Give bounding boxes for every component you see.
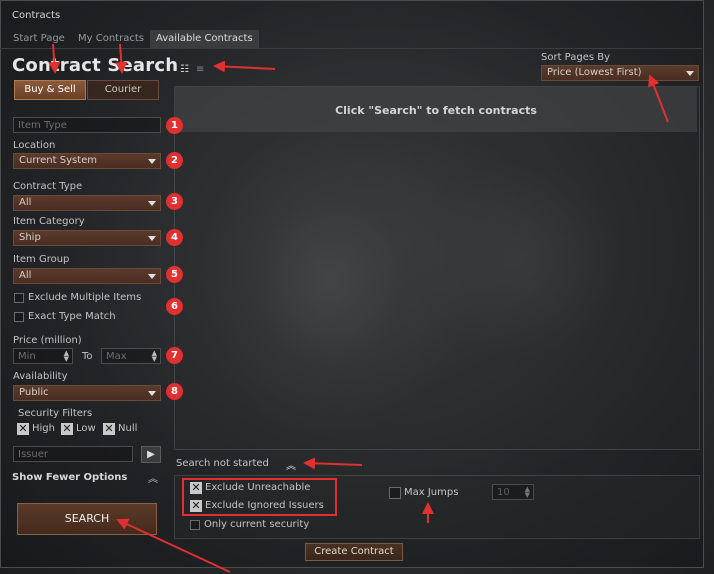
arrow-to-expand-toggle — [303, 457, 363, 470]
arrow-to-courier — [115, 43, 128, 74]
arrow-to-search-button — [116, 518, 231, 573]
arrow-to-view-icons — [213, 60, 276, 73]
annotation-arrows — [48, 43, 669, 573]
arrow-to-sort-select — [648, 74, 669, 123]
arrow-to-buy-sell — [48, 43, 61, 74]
